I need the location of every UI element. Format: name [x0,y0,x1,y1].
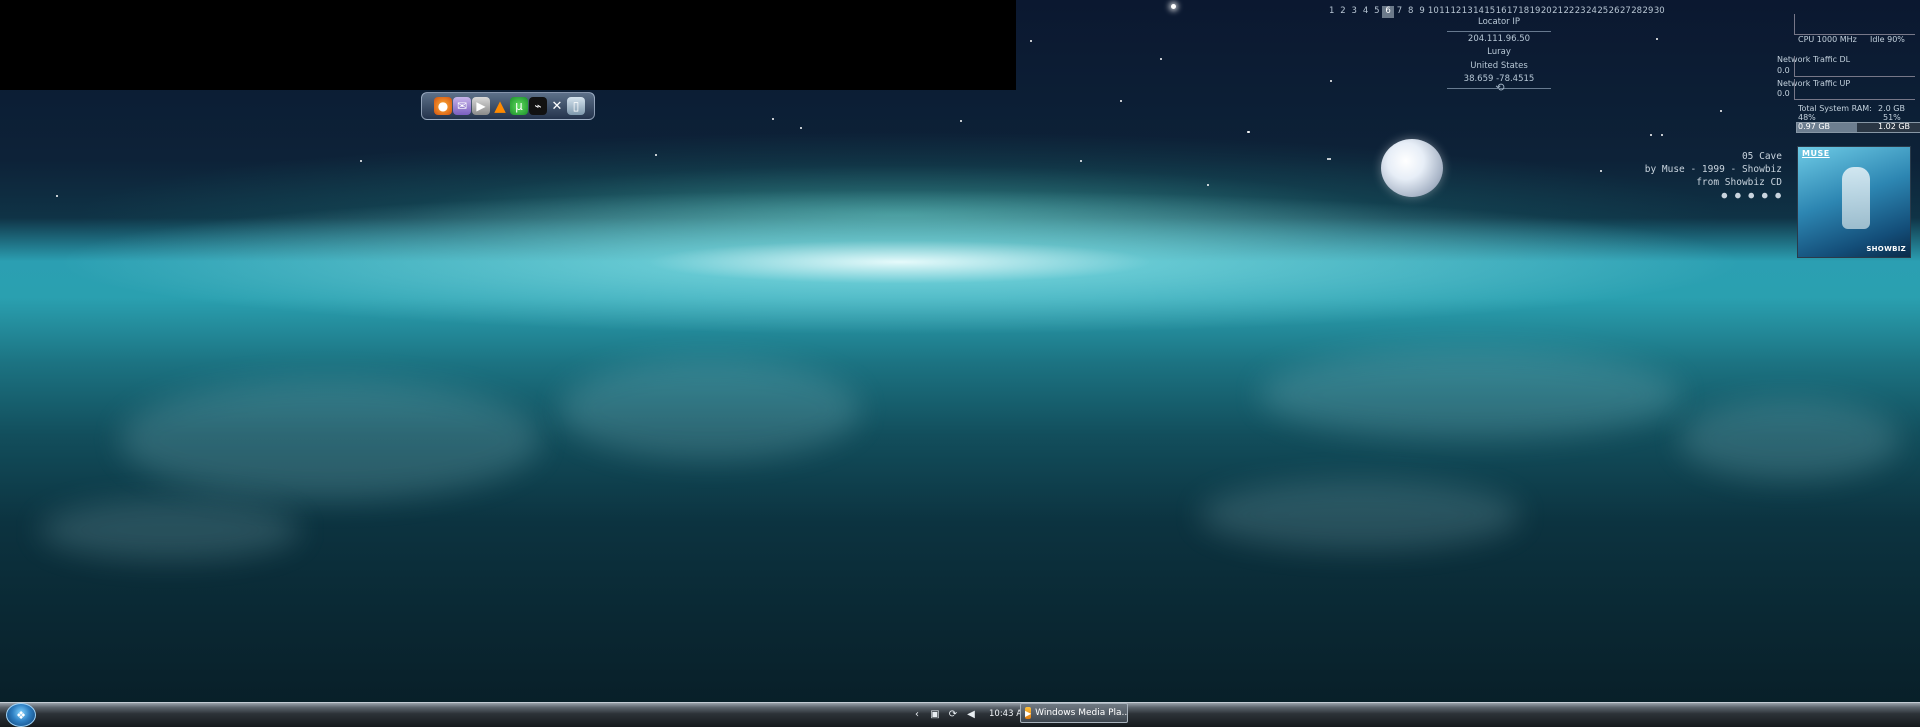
calendar-day[interactable]: 1 [1326,6,1337,18]
chevron-left-icon[interactable]: ‹ [911,708,923,720]
net-up-graph [1794,79,1915,100]
volume-icon[interactable]: ◀ [965,708,977,720]
ram-label: Total System RAM: [1798,104,1872,113]
locator-ip: 204.111.96.50 [1467,33,1531,44]
refresh-icon[interactable]: ⟲ [1494,82,1506,94]
calendar-day[interactable]: 5 [1371,6,1382,18]
calendar-day[interactable]: 29 [1642,6,1654,18]
calendar-day[interactable]: 23 [1575,6,1586,18]
cloud [40,500,300,560]
ram-free: 1.02 GB [1878,122,1911,131]
star [1247,131,1249,133]
star [1656,38,1658,40]
steam-icon[interactable]: ⌁ [529,97,547,115]
icon-dock: ● ✉ ▶ ▲ µ ⌁ ✕ ▯ [421,92,595,120]
vlc-icon[interactable]: ▲ [491,97,509,115]
star [1330,80,1332,82]
net-up-value: 0.0 [1777,89,1790,98]
media-player-icon[interactable]: ▶ [472,97,490,115]
calendar-day[interactable]: 22 [1563,6,1574,18]
network-icon[interactable]: ▣ [929,708,941,720]
star [1171,4,1176,9]
calendar-day[interactable]: 27 [1620,6,1631,18]
ram-used: 0.97 GB [1798,122,1831,131]
idle-label: Idle 90% [1870,35,1905,44]
source-line: from Showbiz CD [1696,177,1782,188]
star [360,160,362,162]
desktop-wallpaper [0,0,1920,726]
utorrent-icon[interactable]: µ [510,97,528,115]
calendar-day[interactable]: 28 [1631,6,1642,18]
calendar-day[interactable]: 3 [1349,6,1360,18]
cloud [120,380,540,500]
calendar-day[interactable]: 7 [1394,6,1405,18]
album-art[interactable]: MUSE SHOWBIZ [1797,146,1911,258]
artist-line: by Muse - 1999 - Showbiz [1644,164,1782,175]
tools-icon[interactable]: ✕ [548,97,566,115]
calendar-day[interactable]: 24 [1586,6,1597,18]
system-tray: ‹ ▣ ⟳ ◀ 10:43 AM [911,706,1029,722]
rating-stars[interactable]: ● ● ● ● ● [1645,189,1782,202]
ram-used-pct: 48% [1798,113,1816,122]
cloud [1200,480,1520,550]
star [1160,58,1162,60]
task-label: Windows Media Pla... [1035,708,1128,718]
locator-city: Luray [1487,47,1511,57]
star [1120,100,1122,102]
cloud [1260,350,1680,440]
net-dl-graph [1794,56,1915,77]
calendar-day[interactable]: 26 [1608,6,1620,18]
start-button[interactable]: ❖ [6,703,36,727]
star [1030,40,1032,42]
windows-logo-icon: ❖ [16,708,26,722]
calendar-day[interactable]: 30 [1654,6,1665,18]
calendar-day[interactable]: 9 [1416,6,1427,18]
star [1080,160,1082,162]
locator-country: United States [1470,60,1528,71]
ip-locator-widget: Locator IP 204.111.96.50 Luray United St… [1447,16,1551,90]
calendar-day[interactable]: 10 [1428,6,1439,18]
star [1327,158,1329,160]
cpu-label: CPU 1000 MHz [1798,35,1857,44]
now-playing-widget: 05 Cave by Muse - 1999 - Showbiz from Sh… [1645,150,1782,202]
firefox-icon[interactable]: ● [434,97,452,115]
album-artist: MUSE [1802,149,1830,158]
star [1661,134,1663,136]
album-figure [1842,167,1870,229]
divider [1447,30,1551,32]
star [772,118,774,120]
calendar-day[interactable]: 21 [1552,6,1563,18]
calendar-day[interactable]: 8 [1405,6,1416,18]
track-title: 05 Cave [1741,151,1782,162]
star [1720,110,1722,112]
cloud [1680,400,1900,480]
star [1600,170,1602,172]
calendar-day[interactable]: 25 [1597,6,1608,18]
black-overlay-panel [0,0,1016,90]
cloud [560,360,860,460]
star [1329,158,1331,160]
star [800,127,802,129]
sync-icon[interactable]: ⟳ [947,708,959,720]
star [1207,184,1209,186]
cpu-graph [1794,14,1915,35]
star [56,195,58,197]
star [960,120,962,122]
calendar-day[interactable]: 4 [1360,6,1371,18]
ram-free-pct: 51% [1883,113,1901,122]
net-dl-value: 0.0 [1777,66,1790,75]
album-title: SHOWBIZ [1866,245,1906,253]
star [655,154,657,156]
calendar-day[interactable]: 2 [1337,6,1348,18]
moon [1381,139,1443,197]
windows-media-player-icon: ▶ [1025,707,1032,719]
star [1650,134,1652,136]
calendar-day[interactable]: 6 [1382,6,1394,18]
locator-title: Locator IP [1477,17,1521,27]
recycle-bin-icon[interactable]: ▯ [567,97,585,115]
messenger-icon[interactable]: ✉ [453,97,471,115]
taskbar-item-windows-media-player[interactable]: ▶ Windows Media Pla... [1020,703,1128,723]
ram-total: 2.0 GB [1878,104,1905,113]
